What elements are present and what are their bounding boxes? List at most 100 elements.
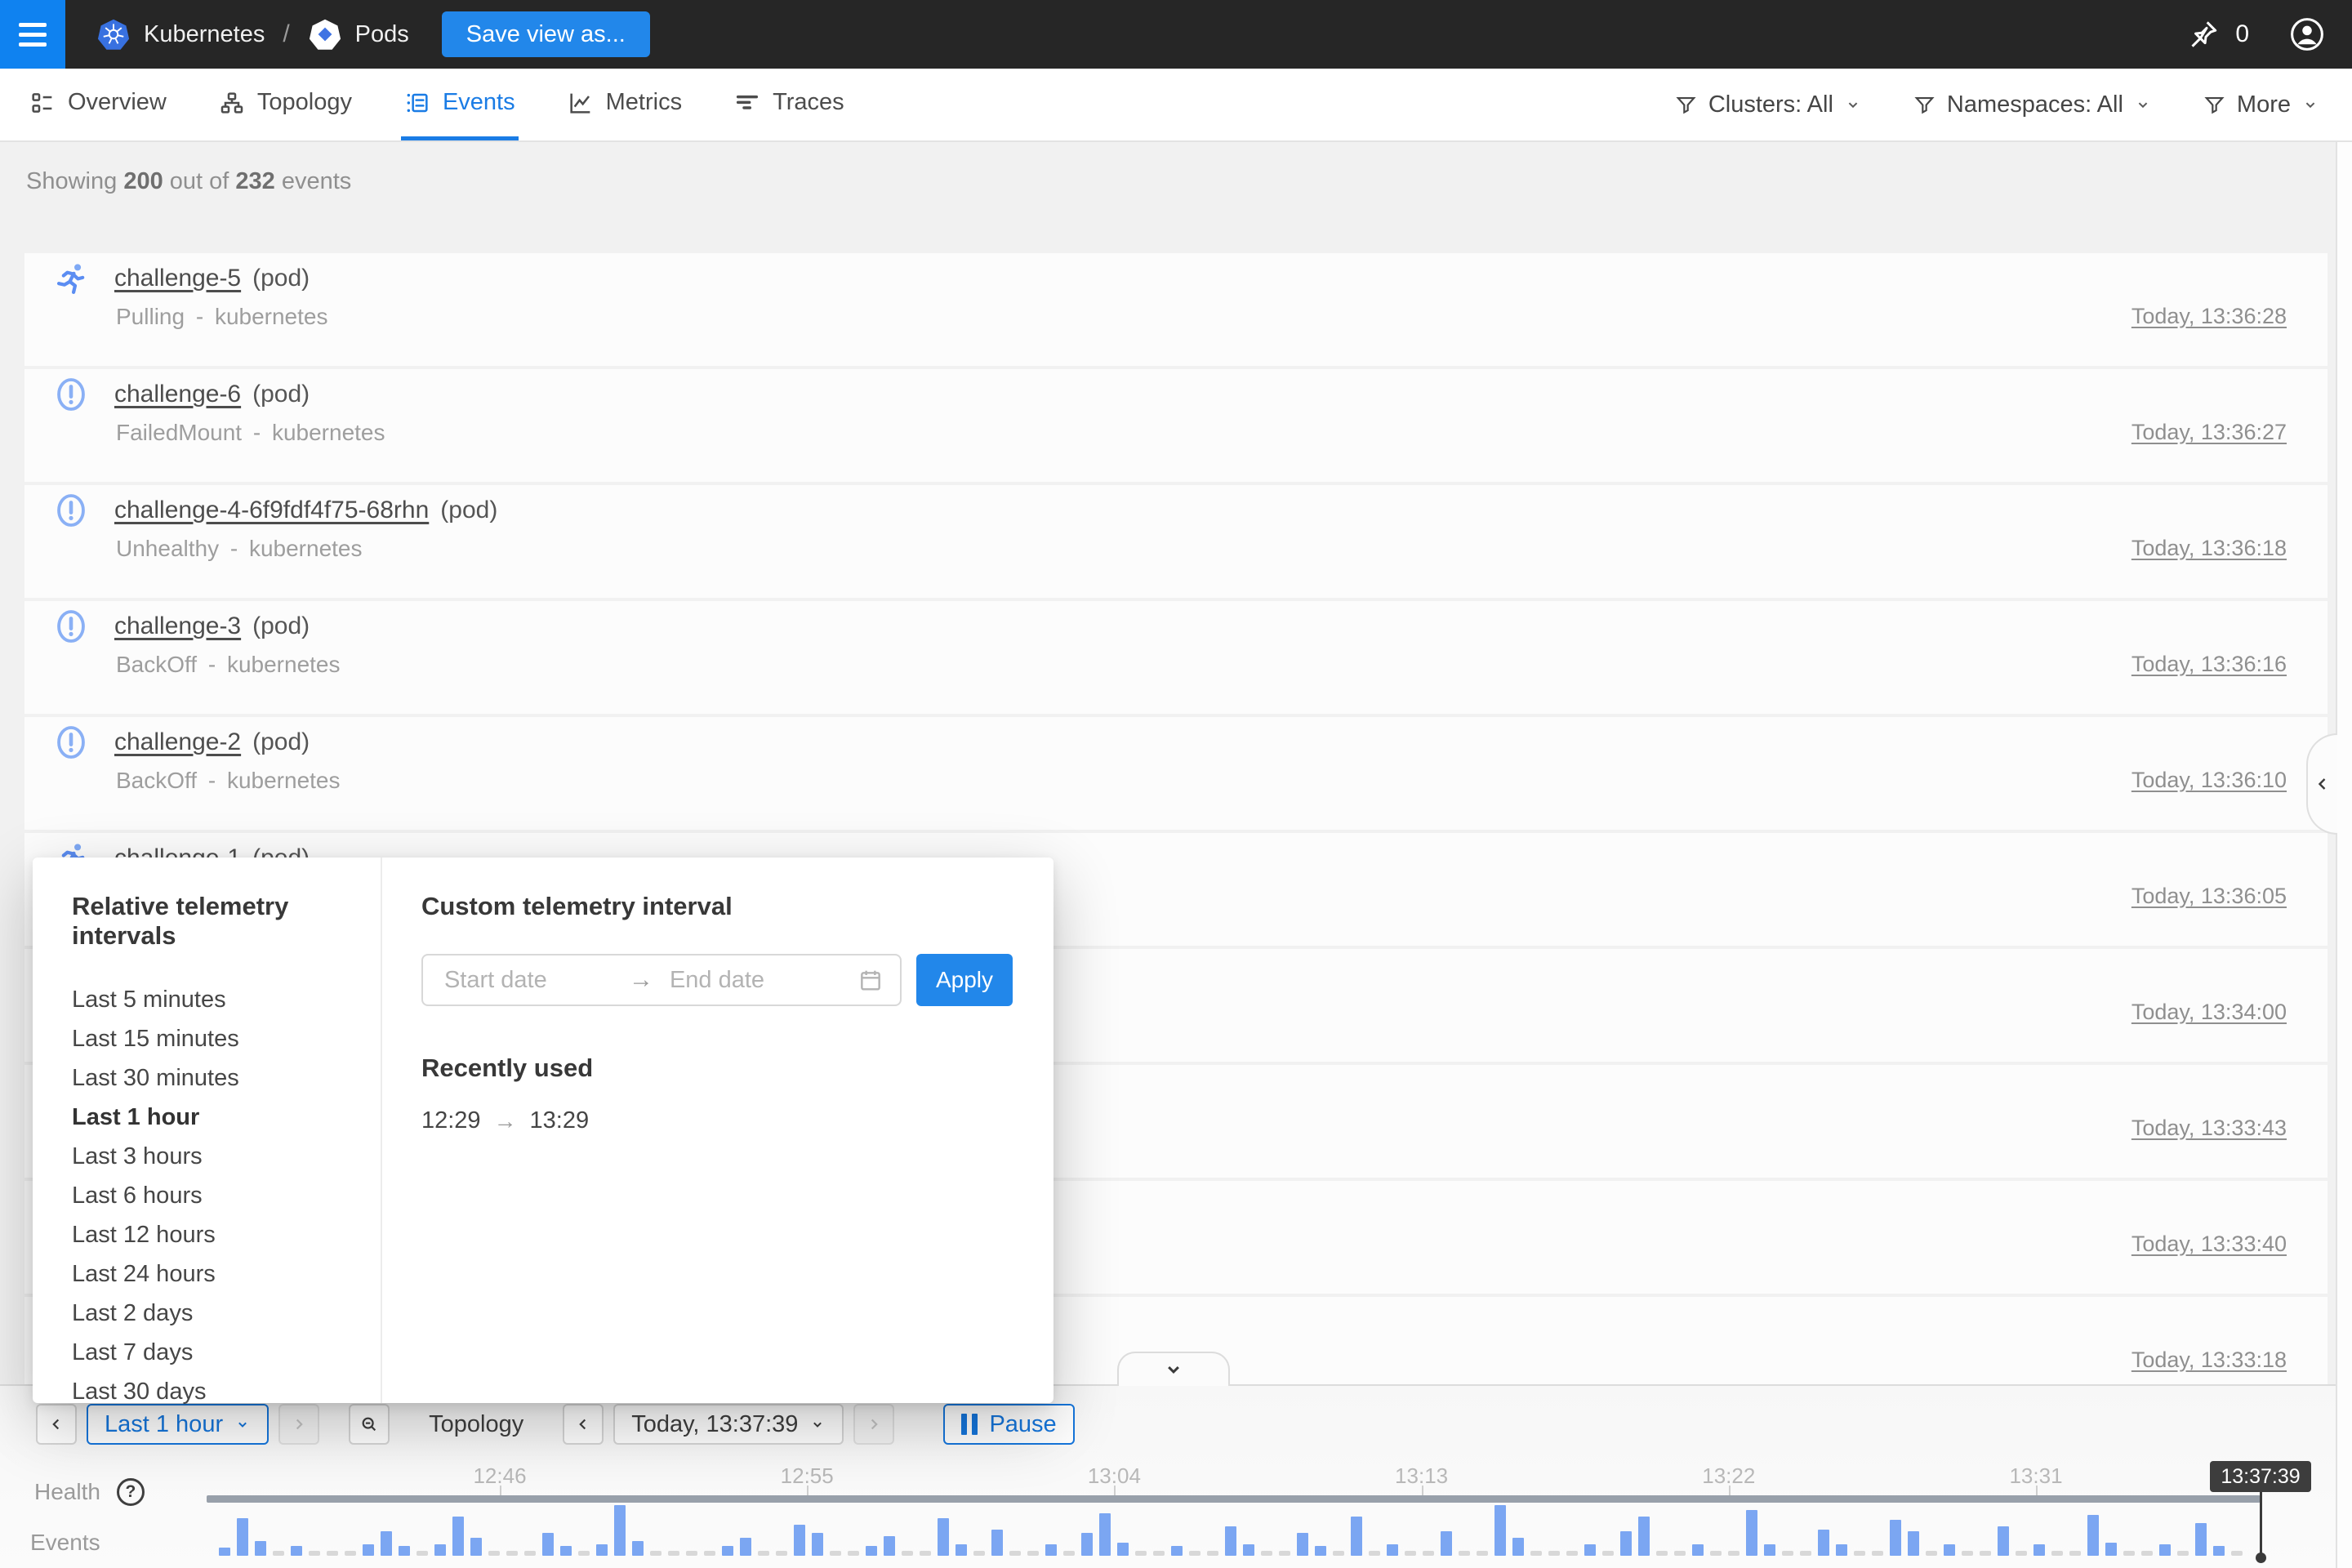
event-detail: Unhealthy - kubernetes [116, 536, 363, 562]
interval-option[interactable]: Last 7 days [72, 1333, 381, 1372]
event-bar [722, 1546, 733, 1556]
tab-traces[interactable]: Traces [731, 69, 848, 140]
shown-count: 200 [123, 168, 163, 194]
tab-label: Overview [68, 89, 167, 116]
pause-icon [961, 1414, 978, 1435]
menu-hamburger-icon[interactable] [0, 0, 65, 69]
event-bar [1351, 1517, 1362, 1556]
metrics-icon [568, 90, 594, 116]
event-entity-link[interactable]: challenge-6 [114, 381, 241, 408]
event-entity-link[interactable]: challenge-4-6f9fdf4f75-68rhn [114, 497, 429, 523]
interval-option[interactable]: Last 6 hours [72, 1176, 381, 1215]
event-timestamp-link[interactable]: Today, 13:36:28 [2132, 304, 2287, 329]
tab-topology[interactable]: Topology [216, 69, 355, 140]
event-row: challenge-4-6f9fdf4f75-68rhn(pod)Unhealt… [24, 485, 2328, 598]
event-detail: FailedMount - kubernetes [116, 420, 385, 446]
event-timestamp-link[interactable]: Today, 13:36:16 [2132, 652, 2287, 677]
event-timestamp-link[interactable]: Today, 13:33:18 [2132, 1348, 2287, 1373]
event-gap-dash [309, 1551, 320, 1556]
event-timestamp-link[interactable]: Today, 13:34:00 [2132, 1000, 2287, 1025]
user-avatar-icon[interactable] [2288, 16, 2326, 53]
interval-option[interactable]: Last 24 hours [72, 1254, 381, 1294]
health-label: Health [34, 1479, 100, 1505]
end-date-placeholder[interactable]: End date [670, 967, 858, 994]
collapse-timeline-button[interactable] [1117, 1352, 1230, 1386]
event-title: challenge-6 (pod) [114, 381, 310, 408]
event-gap-dash [902, 1551, 913, 1556]
event-entity-kind: (pod) [252, 728, 310, 755]
event-bar [291, 1546, 302, 1556]
chevron-right-icon [290, 1415, 308, 1433]
expand-side-panel-button[interactable] [2306, 733, 2337, 835]
interval-option[interactable]: Last 5 minutes [72, 980, 381, 1019]
interval-option[interactable]: Last 30 days [72, 1372, 381, 1411]
timestamp-selector-button[interactable]: Today, 13:37:39 [613, 1404, 844, 1445]
tab-events[interactable]: Events [401, 69, 519, 140]
interval-back-button[interactable] [36, 1404, 77, 1445]
telemetry-interval-popup: Relative telemetry intervals Last 5 minu… [33, 858, 1054, 1403]
recently-used-range[interactable]: 12:29 → 13:29 [421, 1107, 1013, 1134]
event-bar [1998, 1526, 2009, 1556]
event-entity-link[interactable]: challenge-5 [114, 265, 241, 292]
interval-selector-label: Last 1 hour [105, 1411, 223, 1438]
pause-button[interactable]: Pause [943, 1404, 1074, 1445]
event-gap-dash [1459, 1551, 1470, 1556]
event-gap-dash [920, 1551, 931, 1556]
event-entity-link[interactable]: challenge-2 [114, 728, 241, 755]
event-title: challenge-2 (pod) [114, 728, 310, 756]
event-timestamp-link[interactable]: Today, 13:36:18 [2132, 536, 2287, 561]
event-entity-link[interactable]: challenge-3 [114, 612, 241, 639]
event-gap-dash [1135, 1551, 1147, 1556]
warning-event-icon [52, 376, 90, 413]
start-date-placeholder[interactable]: Start date [444, 967, 629, 994]
event-bar [2195, 1523, 2207, 1556]
interval-option[interactable]: Last 12 hours [72, 1215, 381, 1254]
event-timestamp-link[interactable]: Today, 13:33:43 [2132, 1116, 2287, 1141]
date-range-input[interactable]: Start date → End date [421, 954, 902, 1006]
interval-option[interactable]: Last 15 minutes [72, 1019, 381, 1058]
interval-option[interactable]: Last 1 hour [72, 1098, 381, 1137]
event-timestamp-link[interactable]: Today, 13:36:05 [2132, 884, 2287, 909]
time-forward-button[interactable] [853, 1404, 894, 1445]
chevron-down-icon [2134, 96, 2152, 114]
event-bar [1836, 1544, 1847, 1556]
tab-metrics[interactable]: Metrics [564, 69, 685, 140]
event-bar [1746, 1510, 1757, 1556]
event-timestamp-link[interactable]: Today, 13:36:10 [2132, 768, 2287, 793]
health-timeline-bar [207, 1495, 2261, 1503]
help-icon[interactable]: ? [117, 1478, 145, 1506]
event-bar [1494, 1505, 1506, 1556]
range-arrow-icon: → [629, 966, 653, 994]
pin-icon[interactable] [2186, 17, 2221, 51]
event-gap-dash [686, 1551, 697, 1556]
event-gap-dash [1405, 1551, 1416, 1556]
interval-option[interactable]: Last 3 hours [72, 1137, 381, 1176]
save-view-button[interactable]: Save view as... [442, 11, 650, 57]
calendar-icon[interactable] [858, 967, 884, 993]
breadcrumb-app[interactable]: Kubernetes [144, 21, 265, 48]
clusters-filter[interactable]: Clusters: All [1674, 91, 1862, 118]
event-gap-dash [1782, 1551, 1793, 1556]
event-timestamp-link[interactable]: Today, 13:33:40 [2132, 1232, 2287, 1257]
zoom-out-icon [360, 1415, 378, 1433]
breadcrumb-page[interactable]: Pods [355, 21, 409, 48]
tab-overview[interactable]: Overview [26, 69, 170, 140]
time-back-button[interactable] [563, 1404, 604, 1445]
event-entity-kind: (pod) [252, 381, 310, 408]
event-bar [1818, 1530, 1829, 1556]
event-timestamp-link[interactable]: Today, 13:36:27 [2132, 420, 2287, 445]
event-gap-dash [1279, 1551, 1290, 1556]
apply-button[interactable]: Apply [916, 954, 1013, 1006]
filter-funnel-icon [1674, 93, 1698, 117]
interval-option[interactable]: Last 30 minutes [72, 1058, 381, 1098]
namespaces-filter[interactable]: Namespaces: All [1913, 91, 2152, 118]
interval-option[interactable]: Last 2 days [72, 1294, 381, 1333]
axis-tick-mark [500, 1486, 501, 1495]
more-filter[interactable]: More [2203, 91, 2319, 118]
event-gap-dash [273, 1551, 284, 1556]
chevron-left-icon [47, 1415, 65, 1433]
event-bar [470, 1538, 482, 1556]
event-bar [1441, 1531, 1452, 1556]
playhead-handle[interactable] [2256, 1552, 2266, 1563]
interval-list: Last 5 minutesLast 15 minutesLast 30 min… [72, 980, 381, 1411]
